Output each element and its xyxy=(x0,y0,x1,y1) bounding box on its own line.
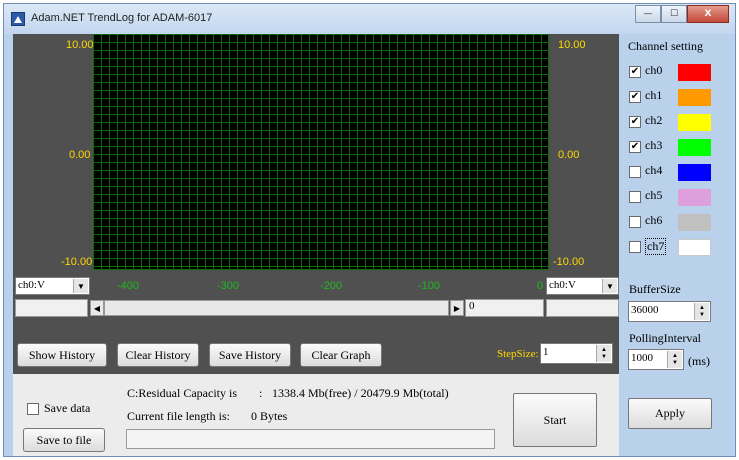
app-window: Adam.NET TrendLog for ADAM-6017 — ☐ X 10… xyxy=(3,3,736,457)
x-tick-label: -300 xyxy=(217,280,240,292)
start-button[interactable]: Start xyxy=(513,393,597,447)
polling-interval-stepper[interactable]: 1000 ▲ ▼ xyxy=(628,349,684,370)
buffer-size-value: 36000 xyxy=(631,304,659,316)
polling-interval-value: 1000 xyxy=(631,352,653,364)
channel-color-swatch-ch6[interactable] xyxy=(678,214,711,231)
spin-arrows-icon[interactable]: ▲ ▼ xyxy=(694,303,709,320)
step-size-stepper[interactable]: 1 ▲ ▼ xyxy=(540,343,613,364)
history-toolbar: Show History Clear History Save History … xyxy=(13,334,619,374)
trend-plot-grid xyxy=(93,34,549,270)
channel-label-ch2: ch2 xyxy=(645,113,663,127)
scroll-value-field: 0 xyxy=(465,299,544,317)
channel-label-ch4: ch4 xyxy=(645,163,663,177)
y-axis-bottom-right: -10.00 xyxy=(553,256,585,268)
save-to-file-button[interactable]: Save to file xyxy=(23,428,105,452)
buffer-size-stepper[interactable]: 36000 ▲ ▼ xyxy=(628,301,711,322)
left-channel-select[interactable]: ch0:V ▼ xyxy=(15,277,90,295)
y-axis-top-right: 10.00 xyxy=(558,39,586,51)
channel-checkbox-ch5[interactable] xyxy=(629,191,641,203)
channel-checkbox-ch4[interactable] xyxy=(629,166,641,178)
x-tick-label: -200 xyxy=(320,280,343,292)
capacity-value: 1338.4 Mb(free) / 20479.9 Mb(total) xyxy=(272,386,449,400)
right-channel-value: ch0:V xyxy=(549,279,576,291)
capacity-label: C:Residual Capacity is xyxy=(127,386,237,400)
channel-label-ch7: ch7 xyxy=(645,238,667,255)
lower-panel: Show History Clear History Save History … xyxy=(13,334,619,456)
clear-graph-button[interactable]: Clear Graph xyxy=(300,343,382,367)
channel-label-ch6: ch6 xyxy=(645,213,663,227)
history-scrollbar-track[interactable] xyxy=(104,300,449,316)
right-readout-box xyxy=(546,299,619,317)
channel-color-swatch-ch4[interactable] xyxy=(678,164,711,181)
chevron-down-icon: ▼ xyxy=(602,279,617,293)
channel-label-ch1: ch1 xyxy=(645,88,663,102)
polling-unit-label: (ms) xyxy=(688,354,710,368)
y-axis-mid-right: 0.00 xyxy=(558,149,580,161)
channel-checkbox-ch6[interactable] xyxy=(629,216,641,228)
polling-interval-label: PollingInterval xyxy=(629,331,701,345)
step-size-value: 1 xyxy=(543,346,549,358)
y-axis-top-left: 10.00 xyxy=(66,39,94,51)
channel-color-swatch-ch1[interactable] xyxy=(678,89,711,106)
window-controls: — ☐ X xyxy=(635,5,729,24)
save-history-button[interactable]: Save History xyxy=(209,343,291,367)
channel-color-swatch-ch2[interactable] xyxy=(678,114,711,131)
chart-panel: 10.00 0.00 -10.00 10.00 0.00 -10.00 ch0:… xyxy=(13,34,619,334)
channel-label-ch3: ch3 xyxy=(645,138,663,152)
channel-color-swatch-ch5[interactable] xyxy=(678,189,711,206)
window-title: Adam.NET TrendLog for ADAM-6017 xyxy=(31,12,213,24)
scroll-right-arrow-icon[interactable]: ▶ xyxy=(450,300,464,316)
x-tick-label: -400 xyxy=(117,280,140,292)
title-bar: Adam.NET TrendLog for ADAM-6017 — ☐ X xyxy=(4,4,735,34)
file-progress-bar xyxy=(126,429,495,449)
save-data-label: Save data xyxy=(44,401,91,415)
channel-label-ch5: ch5 xyxy=(645,188,663,202)
maximize-button[interactable]: ☐ xyxy=(661,5,687,23)
show-history-button[interactable]: Show History xyxy=(17,343,107,367)
left-readout-box xyxy=(15,299,88,317)
channel-color-swatch-ch0[interactable] xyxy=(678,64,711,81)
right-channel-select[interactable]: ch0:V ▼ xyxy=(546,277,619,295)
channel-color-swatch-ch3[interactable] xyxy=(678,139,711,156)
minimize-button[interactable]: — xyxy=(635,5,661,23)
x-tick-label: -100 xyxy=(418,280,441,292)
app-logo-icon xyxy=(11,12,25,26)
close-button[interactable]: X xyxy=(687,5,729,23)
y-axis-bottom-left: -10.00 xyxy=(61,256,93,268)
x-tick-label: 0 xyxy=(537,280,544,292)
channel-checkbox-ch7[interactable] xyxy=(629,241,641,253)
channel-checkbox-ch0[interactable]: ✔ xyxy=(629,66,641,78)
channel-checkbox-ch3[interactable]: ✔ xyxy=(629,141,641,153)
file-length-value: 0 Bytes xyxy=(251,409,288,423)
channel-label-ch0: ch0 xyxy=(645,63,663,77)
clear-history-button[interactable]: Clear History xyxy=(117,343,199,367)
step-size-label: StepSize: xyxy=(497,348,539,360)
channel-checkbox-ch1[interactable]: ✔ xyxy=(629,91,641,103)
y-axis-mid-left: 0.00 xyxy=(69,149,91,161)
buffer-size-label: BufferSize xyxy=(629,282,681,296)
save-data-checkbox[interactable] xyxy=(27,403,39,415)
apply-button[interactable]: Apply xyxy=(628,398,712,429)
chevron-down-icon: ▼ xyxy=(73,279,88,293)
channel-checkbox-ch2[interactable]: ✔ xyxy=(629,116,641,128)
capacity-separator: : xyxy=(259,386,263,400)
channel-setting-label: Channel setting xyxy=(628,39,703,53)
file-length-label: Current file length is: xyxy=(127,409,230,423)
left-channel-value: ch0:V xyxy=(18,279,45,291)
channel-color-swatch-ch7[interactable] xyxy=(678,239,711,256)
spin-arrows-icon[interactable]: ▲ ▼ xyxy=(667,351,682,368)
spin-arrows-icon[interactable]: ▲ ▼ xyxy=(596,345,611,362)
scroll-left-arrow-icon[interactable]: ◀ xyxy=(90,300,104,316)
